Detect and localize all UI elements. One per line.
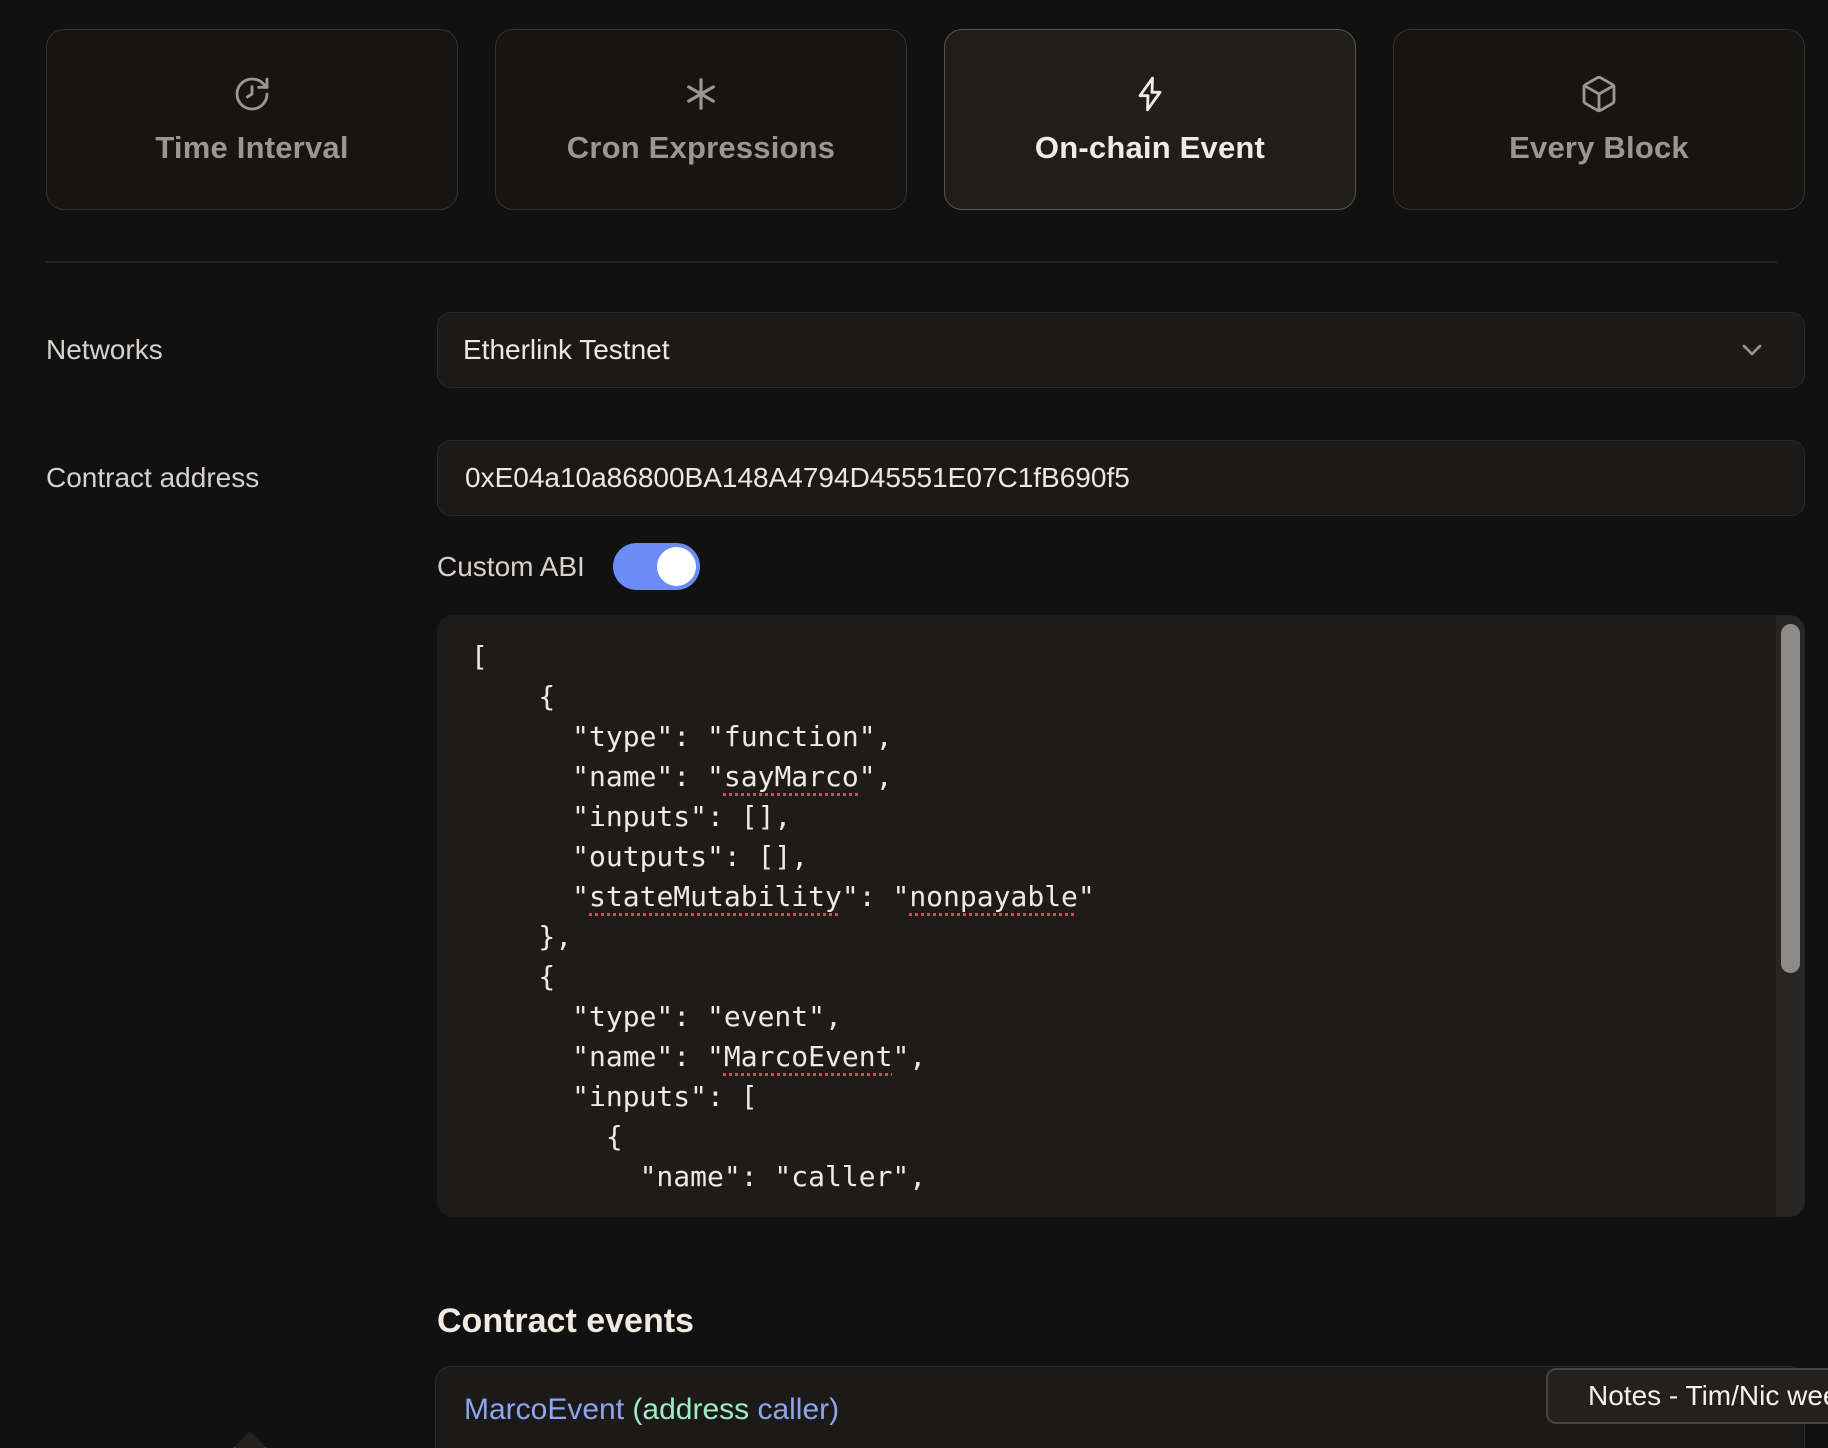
- lightning-icon: [1130, 74, 1170, 114]
- tab-label: On-chain Event: [1035, 130, 1265, 166]
- notes-tab-pointer: [233, 1431, 267, 1448]
- tab-label: Every Block: [1509, 130, 1689, 166]
- editor-scrollbar-thumb[interactable]: [1781, 624, 1800, 973]
- notes-tab-label: Notes - Tim/Nic wee: [1588, 1380, 1828, 1412]
- code-line: "stateMutability": "nonpayable": [471, 877, 1745, 917]
- code-line: "name": "sayMarco",: [471, 757, 1745, 797]
- abi-code-editor[interactable]: [ { "type": "function", "name": "sayMarc…: [437, 615, 1805, 1217]
- contract-address-input[interactable]: 0xE04a10a86800BA148A4794D45551E07C1fB690…: [437, 440, 1805, 516]
- editor-scrollbar-track[interactable]: [1776, 615, 1805, 1217]
- contract-events-heading: Contract events: [437, 1302, 694, 1341]
- tab-on-chain-event[interactable]: On-chain Event: [944, 29, 1356, 210]
- abi-code-content: [ { "type": "function", "name": "sayMarc…: [437, 615, 1805, 1217]
- code-line: {: [471, 1117, 1745, 1157]
- contract-address-value: 0xE04a10a86800BA148A4794D45551E07C1fB690…: [465, 462, 1130, 494]
- code-line: "name": "caller",: [471, 1157, 1745, 1197]
- section-divider: [46, 261, 1777, 263]
- code-line: },: [471, 917, 1745, 957]
- notes-tab[interactable]: Notes - Tim/Nic wee: [1546, 1368, 1828, 1424]
- tab-every-block[interactable]: Every Block: [1393, 29, 1805, 210]
- custom-abi-toggle[interactable]: [613, 543, 700, 590]
- code-line: {: [471, 677, 1745, 717]
- code-line: {: [471, 957, 1745, 997]
- custom-abi-label: Custom ABI: [437, 551, 585, 583]
- custom-abi-row: Custom ABI: [437, 543, 700, 590]
- cube-icon: [1579, 74, 1619, 114]
- code-line: "outputs": [],: [471, 837, 1745, 877]
- tab-cron-expressions[interactable]: Cron Expressions: [495, 29, 907, 210]
- code-line: "inputs": [],: [471, 797, 1745, 837]
- asterisk-icon: [681, 74, 721, 114]
- contract-address-label: Contract address: [46, 462, 259, 494]
- networks-label: Networks: [46, 334, 163, 366]
- code-line: "inputs": [: [471, 1077, 1745, 1117]
- network-select-value: Etherlink Testnet: [463, 334, 670, 366]
- toggle-knob: [657, 547, 696, 586]
- tab-label: Time Interval: [155, 130, 348, 166]
- chevron-down-icon: [1736, 334, 1768, 366]
- code-line: "type": "function",: [471, 717, 1745, 757]
- code-line: "type": "event",: [471, 997, 1745, 1037]
- trigger-type-tabs: Time Interval Cron Expressions On-chain …: [46, 29, 1805, 210]
- tab-time-interval[interactable]: Time Interval: [46, 29, 458, 210]
- code-line: "name": "MarcoEvent",: [471, 1037, 1745, 1077]
- tab-label: Cron Expressions: [567, 130, 836, 166]
- clock-rotate-icon: [232, 74, 272, 114]
- network-select[interactable]: Etherlink Testnet: [437, 312, 1805, 388]
- trigger-config-screen: Time Interval Cron Expressions On-chain …: [0, 0, 1828, 1448]
- code-line: [: [471, 637, 1745, 677]
